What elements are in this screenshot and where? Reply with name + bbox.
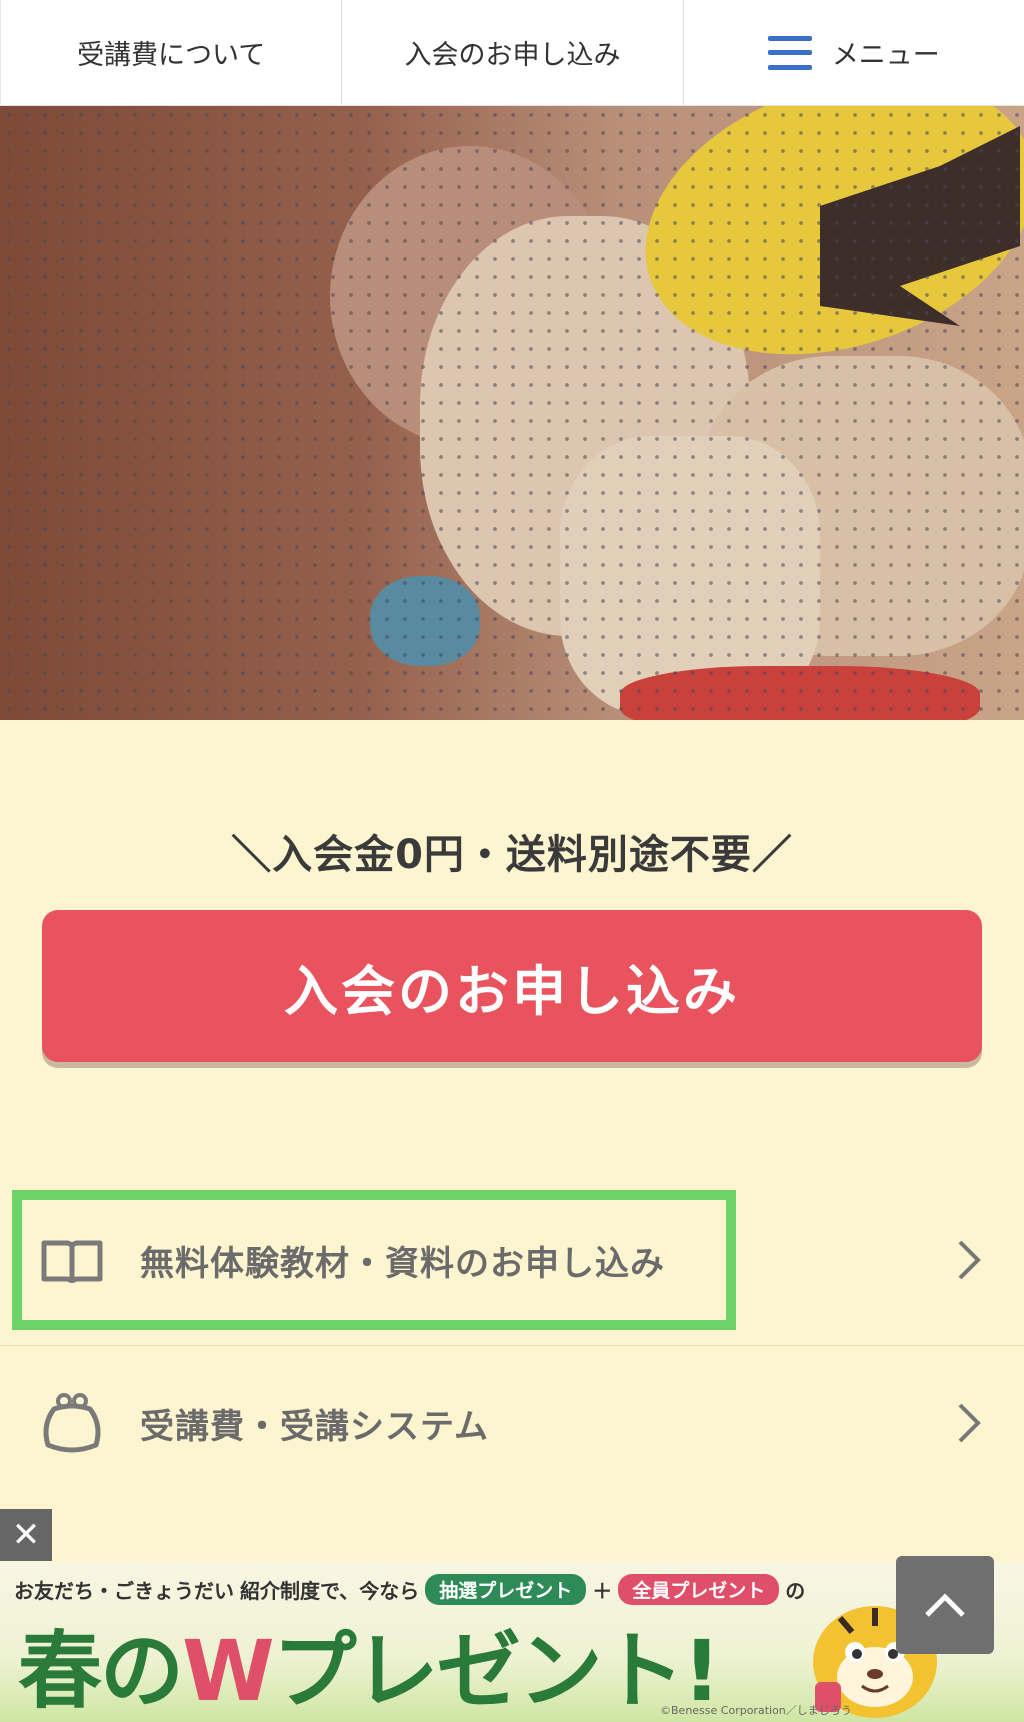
banner-text-prefix: お友だち・ごきょうだい: [14, 1579, 234, 1603]
enroll-button[interactable]: 入会のお申し込み: [42, 910, 982, 1062]
close-icon: ✕: [11, 1515, 41, 1555]
divider: [0, 1345, 1024, 1346]
banner-subtitle: お友だち・ごきょうだい 紹介制度で、今なら 抽選プレゼント ＋ 全員プレゼント …: [14, 1574, 805, 1605]
banner-headline: 春のWプレゼント!: [18, 1604, 721, 1722]
menu-button-label: メニュー: [831, 40, 940, 71]
menu-button[interactable]: メニュー: [682, 0, 1024, 105]
headline-part-a: 春の: [18, 1622, 184, 1720]
hamburger-icon: [767, 35, 812, 70]
promo-text: ＼入会金0円・送料別途不要／: [231, 832, 793, 878]
headline-part-b: プレゼント!: [272, 1622, 721, 1720]
lottery-present-badge: 抽選プレゼント: [425, 1574, 587, 1605]
spring-present-banner[interactable]: お友だち・ごきょうだい 紹介制度で、今なら 抽選プレゼント ＋ 全員プレゼント …: [0, 1562, 1024, 1722]
menu-item-tuition-system[interactable]: 受講費・受講システム: [0, 1348, 1024, 1498]
plus-sign: ＋: [592, 1579, 613, 1603]
scroll-to-top-button[interactable]: [896, 1556, 994, 1654]
tab-tuition-fee[interactable]: 受講費について: [0, 0, 341, 105]
all-present-badge: 全員プレゼント: [618, 1574, 780, 1605]
menu-item-free-trial-label: 無料体験教材・資料のお申し込み: [140, 1243, 665, 1284]
book-icon: [40, 1228, 104, 1292]
tab-enrollment[interactable]: 入会のお申し込み: [341, 0, 682, 105]
banner-text-mid: 紹介制度で、今なら: [240, 1579, 420, 1603]
hero-image: [0, 106, 1024, 720]
enroll-button-label: 入会のお申し込み: [284, 959, 740, 1023]
close-banner-button[interactable]: ✕: [0, 1509, 52, 1561]
coin-purse-icon: [40, 1391, 104, 1455]
tab-enrollment-label: 入会のお申し込み: [404, 40, 621, 71]
headline-w: W: [182, 1622, 275, 1720]
tab-tuition-fee-label: 受講費について: [77, 40, 266, 71]
top-navigation: 受講費について 入会のお申し込み メニュー: [0, 0, 1024, 106]
menu-item-free-trial[interactable]: 無料体験教材・資料のお申し込み: [0, 1185, 1024, 1335]
banner-copyright: ©Benesse Corporation／しまじろう: [660, 1704, 852, 1717]
menu-item-tuition-system-label: 受講費・受講システム: [140, 1406, 489, 1447]
chevron-right-icon: [958, 1240, 981, 1280]
chevron-right-icon: [958, 1403, 981, 1443]
chevron-up-icon: [925, 1593, 965, 1617]
